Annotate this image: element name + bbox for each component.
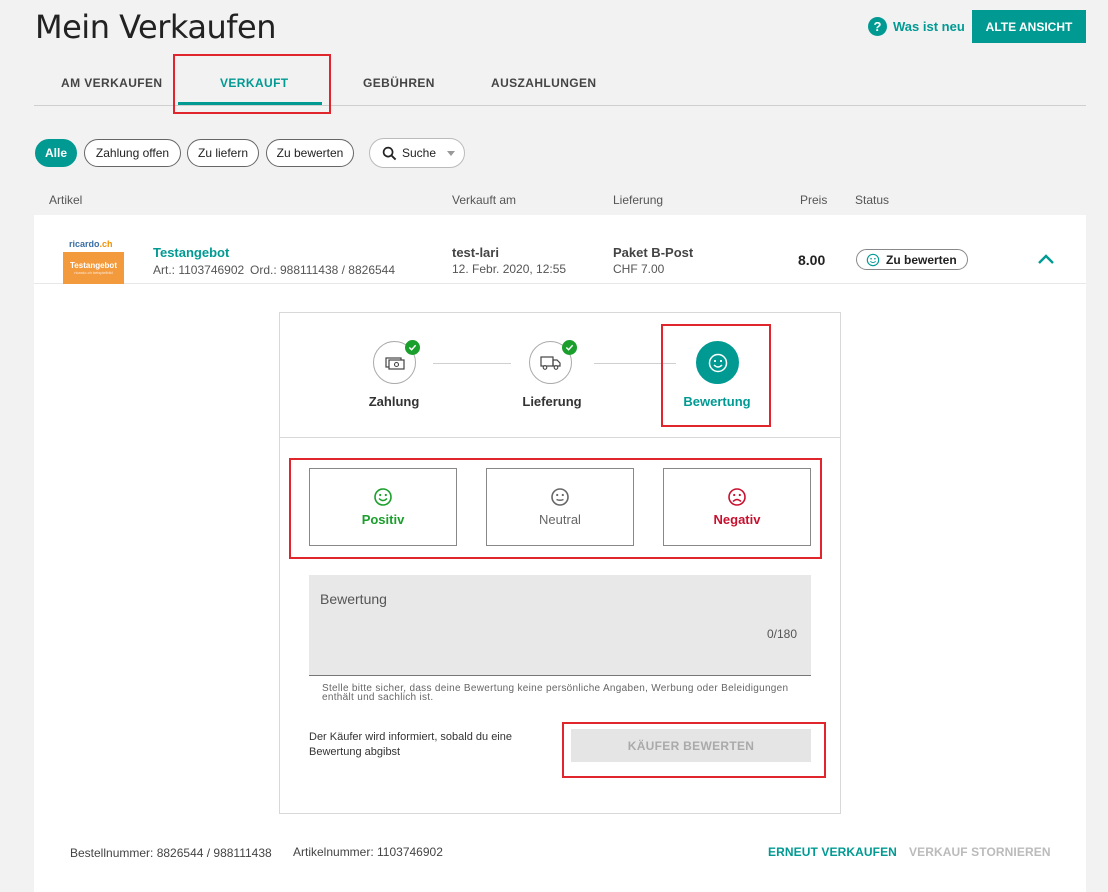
filter-chip-zahlung-offen[interactable]: Zahlung offen — [84, 139, 181, 167]
ricardo-logo: ricardo .ch — [69, 238, 113, 249]
rating-comment-label: Bewertung — [320, 591, 387, 607]
search-dropdown[interactable]: Suche — [369, 138, 465, 168]
column-header-sold-on: Verkauft am — [452, 193, 517, 207]
highlight-box — [661, 324, 771, 427]
page-title: Mein Verkaufen — [35, 8, 276, 46]
character-counter: 0/180 — [767, 627, 798, 641]
rating-hint-text: Stelle bitte sicher, dass deine Bewertun… — [322, 683, 789, 703]
tab-gebuehren[interactable]: GEBÜHREN — [363, 76, 435, 90]
order-number-footer: Bestellnummer: 8826544 / 988111438 — [70, 846, 272, 860]
cancel-sale-button[interactable]: VERKAUF STORNIEREN — [909, 845, 1051, 859]
truck-icon — [539, 355, 561, 370]
item-order-number: Ord.: 988111438 / 8826544 — [250, 263, 396, 277]
cash-icon — [384, 356, 405, 370]
thumbnail-sublabel: ricardo.ch beispielbild — [74, 270, 113, 275]
step-payment-check-icon — [405, 340, 420, 355]
article-number-footer: Artikelnummer: 1103746902 — [293, 845, 443, 859]
order-card-divider — [34, 283, 1086, 284]
column-header-status: Status — [855, 193, 890, 207]
help-icon: ? — [868, 17, 887, 36]
highlight-box — [562, 722, 826, 778]
highlight-box — [173, 54, 331, 114]
resell-button[interactable]: ERNEUT VERKAUFEN — [768, 845, 897, 859]
step-delivery-label: Lieferung — [522, 394, 582, 409]
item-thumbnail[interactable]: ricardo .ch Testangebot ricardo.ch beispi… — [63, 235, 124, 284]
buyer-name: test-lari — [452, 245, 499, 260]
buyer-info-text: Der Käufer wird informiert, sobald du ei… — [309, 731, 512, 758]
chevron-up-icon[interactable] — [1037, 252, 1055, 266]
column-header-article: Artikel — [49, 193, 83, 207]
smiley-icon — [866, 253, 880, 266]
status-label: Zu bewerten — [886, 252, 957, 267]
delivery-method: Paket B-Post — [613, 245, 694, 260]
search-icon — [382, 146, 397, 160]
filter-chip-zu-liefern[interactable]: Zu liefern — [187, 139, 259, 167]
chevron-down-icon — [447, 150, 456, 156]
step-connector — [433, 363, 511, 364]
rating-panel-divider — [280, 437, 840, 438]
highlight-box — [289, 458, 822, 559]
status-badge: Zu bewerten — [856, 249, 968, 270]
item-price: 8.00 — [798, 252, 826, 268]
thumbnail-label: Testangebot — [70, 261, 117, 270]
tab-auszahlungen[interactable]: AUSZAHLUNGEN — [491, 76, 596, 90]
filter-chip-zu-bewerten[interactable]: Zu bewerten — [266, 139, 354, 167]
old-view-button[interactable]: ALTE ANSICHT — [972, 10, 1086, 43]
column-header-price: Preis — [800, 193, 828, 207]
sold-date: 12. Febr. 2020, 12:55 — [452, 262, 567, 276]
whats-new-label: Was ist neu — [893, 19, 965, 34]
whats-new-link[interactable]: ? Was ist neu — [868, 17, 965, 36]
tab-am-verkaufen[interactable]: AM VERKAUFEN — [61, 76, 162, 90]
column-header-delivery: Lieferung — [613, 193, 664, 207]
step-payment-label: Zahlung — [368, 394, 420, 409]
item-article-number: Art.: 1103746902 — [153, 263, 245, 277]
delivery-cost: CHF 7.00 — [613, 262, 665, 276]
step-delivery-check-icon — [562, 340, 577, 355]
search-label: Suche — [402, 146, 437, 160]
filter-chip-alle[interactable]: Alle — [35, 139, 77, 167]
item-title-link[interactable]: Testangebot — [153, 245, 229, 260]
